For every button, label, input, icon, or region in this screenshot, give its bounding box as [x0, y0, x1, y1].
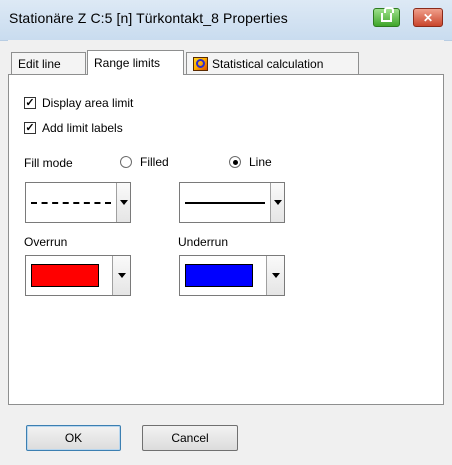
tab-edit-line[interactable]: Edit line	[11, 52, 86, 74]
tab-statistical-calculation[interactable]: Statistical calculation	[186, 52, 359, 74]
display-area-limit-label: Display area limit	[42, 96, 134, 110]
underrun-color-swatch	[185, 264, 253, 287]
range-limits-panel: ✓ Display area limit ✓ Add limit labels …	[8, 74, 444, 405]
dropdown-button[interactable]	[266, 256, 284, 295]
tab-range-limits-label: Range limits	[94, 56, 161, 70]
check-icon: ✓	[25, 96, 35, 109]
dropdown-button[interactable]	[270, 183, 284, 222]
tab-statistical-calculation-label: Statistical calculation	[212, 56, 324, 71]
add-limit-labels-label: Add limit labels	[42, 121, 123, 135]
add-limit-labels-checkbox[interactable]: ✓	[24, 122, 36, 134]
close-icon: ✕	[422, 10, 434, 25]
chevron-down-icon	[117, 273, 126, 278]
chevron-down-icon	[273, 200, 282, 205]
title-bar: Stationäre Z C:5 [n] Türkontakt_8 Proper…	[0, 0, 452, 41]
close-button[interactable]: ✕	[413, 8, 443, 27]
underrun-label: Underrun	[178, 235, 229, 249]
underrun-color-dropdown[interactable]	[179, 255, 285, 296]
check-icon: ✓	[25, 121, 35, 134]
dropdown-button[interactable]	[112, 256, 130, 295]
solid-line-preview	[185, 201, 265, 204]
window-title: Stationäre Z C:5 [n] Türkontakt_8 Proper…	[9, 10, 288, 26]
dash-dot-line-preview	[31, 201, 111, 204]
tab-strip: Edit line Range limits Statistical calcu…	[8, 50, 444, 75]
overrun-color-swatch	[31, 264, 99, 287]
fill-mode-label: Fill mode	[24, 156, 73, 170]
chevron-down-icon	[271, 273, 280, 278]
cancel-button-label: Cancel	[171, 431, 209, 445]
display-area-limit-checkbox[interactable]: ✓	[24, 97, 36, 109]
tab-range-limits[interactable]: Range limits	[87, 50, 184, 75]
tab-edit-line-label: Edit line	[18, 56, 61, 71]
chevron-down-icon	[119, 200, 128, 205]
ok-button[interactable]: OK	[26, 425, 121, 451]
overrun-color-dropdown[interactable]	[25, 255, 131, 296]
radio-icon	[120, 156, 132, 168]
dialog-client-area: Edit line Range limits Statistical calcu…	[8, 40, 444, 465]
display-area-limit-row[interactable]: ✓ Display area limit	[24, 96, 133, 110]
dropdown-button[interactable]	[116, 183, 130, 222]
help-icon	[381, 7, 394, 22]
ok-button-label: OK	[64, 431, 83, 445]
radio-selected-icon	[229, 156, 241, 168]
add-limit-labels-row[interactable]: ✓ Add limit labels	[24, 121, 123, 135]
fill-mode-line-radio[interactable]: Line	[229, 155, 272, 169]
left-line-style-dropdown[interactable]	[25, 182, 131, 223]
fill-mode-filled-radio[interactable]: Filled	[120, 155, 169, 169]
statistical-calculation-icon	[193, 56, 208, 71]
overrun-label: Overrun	[24, 235, 68, 249]
cancel-button[interactable]: Cancel	[142, 425, 238, 451]
fill-mode-filled-label: Filled	[140, 155, 169, 169]
fill-mode-line-label: Line	[249, 155, 272, 169]
help-button[interactable]	[373, 7, 400, 27]
right-line-style-dropdown[interactable]	[179, 182, 285, 223]
